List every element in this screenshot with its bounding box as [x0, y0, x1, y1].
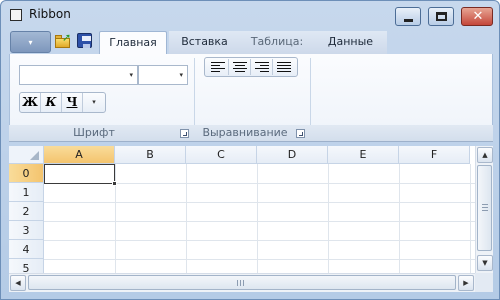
maximize-button[interactable]	[428, 7, 454, 26]
grid-line	[470, 164, 471, 273]
grid-line	[257, 164, 258, 273]
text-format-buttons: Ж К Ч ▾	[19, 92, 106, 113]
scroll-down-button[interactable]: ▼	[477, 255, 493, 271]
alignment-buttons	[204, 57, 298, 77]
tab-insert[interactable]: Вставка	[169, 31, 240, 54]
row-header-2[interactable]: 2	[9, 202, 44, 221]
font-family-combo[interactable]: ▾	[19, 65, 138, 85]
app-menu-button[interactable]: ▾	[10, 31, 51, 53]
grid-line	[328, 164, 329, 273]
tab-home[interactable]: Главная	[99, 31, 167, 54]
grid-line	[44, 221, 475, 222]
font-group-label: Шрифт	[73, 126, 115, 139]
column-header-f[interactable]: F	[399, 146, 470, 164]
chevron-down-icon: ▾	[129, 71, 133, 79]
grid-line	[186, 164, 187, 273]
app-window: Ribbon ✕ ▾ ➚ Главная Вставка Таблица: Да…	[0, 0, 500, 300]
quick-access-toolbar: ▾ ➚	[10, 31, 96, 53]
minimize-button[interactable]	[395, 7, 421, 26]
row-header-5[interactable]: 5	[9, 259, 44, 273]
open-button[interactable]: ➚	[54, 32, 72, 50]
save-button[interactable]	[76, 32, 94, 50]
vertical-scrollbar[interactable]: ▲ ▼	[475, 146, 493, 273]
grid-line	[44, 240, 475, 241]
horizontal-scrollbar[interactable]: ◀ ▶	[9, 273, 475, 292]
maximize-icon	[436, 12, 447, 21]
column-header-e[interactable]: E	[328, 146, 399, 164]
font-dialog-launcher-icon[interactable]	[180, 129, 189, 138]
window-title: Ribbon	[29, 7, 71, 21]
horizontal-scroll-thumb[interactable]	[28, 275, 456, 290]
underline-button[interactable]: Ч	[62, 93, 83, 112]
column-header-b[interactable]: B	[115, 146, 186, 164]
scroll-right-button[interactable]: ▶	[458, 275, 474, 291]
app-icon	[10, 9, 22, 21]
vertical-scroll-thumb[interactable]	[477, 165, 492, 251]
font-size-combo[interactable]: ▾	[138, 65, 188, 85]
grid-line	[44, 259, 475, 260]
more-format-button[interactable]: ▾	[83, 93, 105, 112]
align-center-button[interactable]	[229, 59, 251, 75]
column-header-c[interactable]: C	[186, 146, 257, 164]
chevron-down-icon: ▾	[179, 71, 183, 79]
chevron-down-icon: ▾	[28, 38, 33, 47]
alignment-dialog-launcher-icon[interactable]	[296, 129, 305, 138]
align-left-button[interactable]	[207, 59, 229, 75]
spreadsheet-grid[interactable]: A B C D E F 0 1 2 3 4 5	[9, 146, 475, 273]
tab-data[interactable]: Данные	[314, 31, 387, 54]
title-bar[interactable]: Ribbon ✕	[1, 1, 499, 29]
column-header-a[interactable]: A	[44, 146, 115, 164]
minimize-icon	[404, 19, 413, 22]
bold-button[interactable]: Ж	[20, 93, 41, 112]
row-header-4[interactable]: 4	[9, 240, 44, 259]
tab-table[interactable]: Таблица:	[240, 31, 314, 54]
grid-line	[399, 164, 400, 273]
align-justify-button[interactable]	[273, 59, 295, 75]
close-icon: ✕	[472, 9, 484, 24]
row-header-1[interactable]: 1	[9, 183, 44, 202]
close-button[interactable]: ✕	[461, 7, 493, 26]
row-header-3[interactable]: 3	[9, 221, 44, 240]
fill-handle[interactable]	[112, 181, 117, 186]
italic-button[interactable]: К	[41, 93, 62, 112]
selected-cell[interactable]	[44, 164, 115, 184]
align-right-button[interactable]	[251, 59, 273, 75]
scroll-corner	[475, 273, 493, 292]
row-header-0[interactable]: 0	[9, 164, 44, 183]
select-all-corner[interactable]	[9, 146, 44, 164]
alignment-group-label: Выравнивание	[202, 126, 288, 139]
column-header-d[interactable]: D	[257, 146, 328, 164]
save-icon	[77, 33, 92, 48]
scroll-left-button[interactable]: ◀	[10, 275, 26, 291]
group-label-bar: Шрифт Выравнивание	[9, 125, 493, 142]
grid-line	[44, 202, 475, 203]
scroll-up-button[interactable]: ▲	[477, 147, 493, 163]
